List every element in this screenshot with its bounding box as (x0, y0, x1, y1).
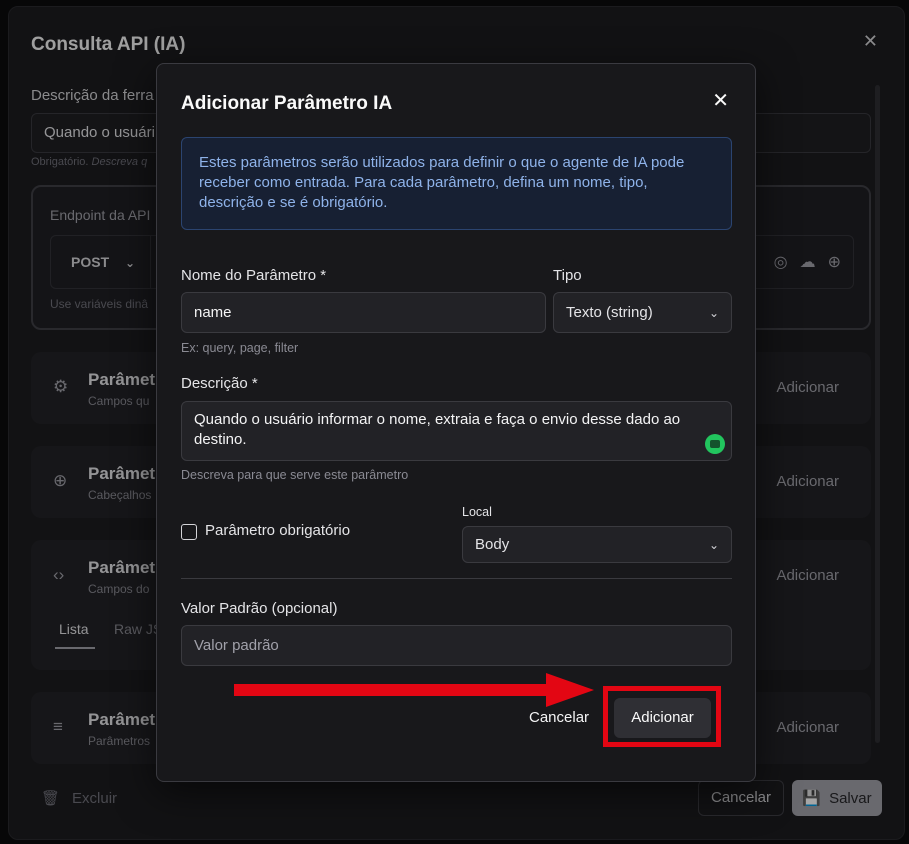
description-hint: Descreva para que serve este parâmetro (181, 468, 409, 482)
description-label: Descrição * (181, 375, 258, 392)
divider (181, 578, 732, 579)
chevron-down-icon: ⌄ (708, 305, 719, 320)
required-checkbox[interactable] (181, 524, 197, 540)
cancel-button[interactable]: Cancelar (529, 709, 589, 726)
default-value-placeholder: Valor padrão (194, 637, 279, 654)
annotation-arrow-head (546, 673, 594, 707)
default-value-label: Valor Padrão (opcional) (181, 600, 338, 617)
name-input[interactable]: name (181, 292, 546, 333)
close-icon[interactable]: ✕ (712, 88, 729, 113)
annotation-arrow-shaft (234, 684, 554, 696)
location-select[interactable]: Body ⌄ (462, 526, 732, 563)
name-hint: Ex: query, page, filter (181, 341, 299, 355)
description-value: Quando o usuário informar o nome, extrai… (194, 411, 681, 448)
type-value: Texto (string) (566, 304, 653, 321)
required-label[interactable]: Parâmetro obrigatório (205, 522, 350, 539)
type-label: Tipo (553, 267, 582, 284)
ai-assistant-icon[interactable] (705, 434, 725, 454)
add-button[interactable]: Adicionar (614, 698, 711, 738)
dialog-title: Adicionar Parâmetro IA (181, 93, 393, 114)
location-label: Local (462, 505, 492, 519)
default-value-input[interactable]: Valor padrão (181, 625, 732, 666)
type-select[interactable]: Texto (string) ⌄ (553, 292, 732, 333)
add-ai-parameter-dialog: Adicionar Parâmetro IA ✕ Estes parâmetro… (156, 63, 756, 782)
chevron-down-icon: ⌄ (708, 537, 719, 552)
description-textarea[interactable]: Quando o usuário informar o nome, extrai… (181, 401, 732, 461)
name-label: Nome do Parâmetro * (181, 267, 327, 284)
info-box: Estes parâmetros serão utilizados para d… (181, 137, 732, 230)
location-value: Body (475, 536, 510, 553)
